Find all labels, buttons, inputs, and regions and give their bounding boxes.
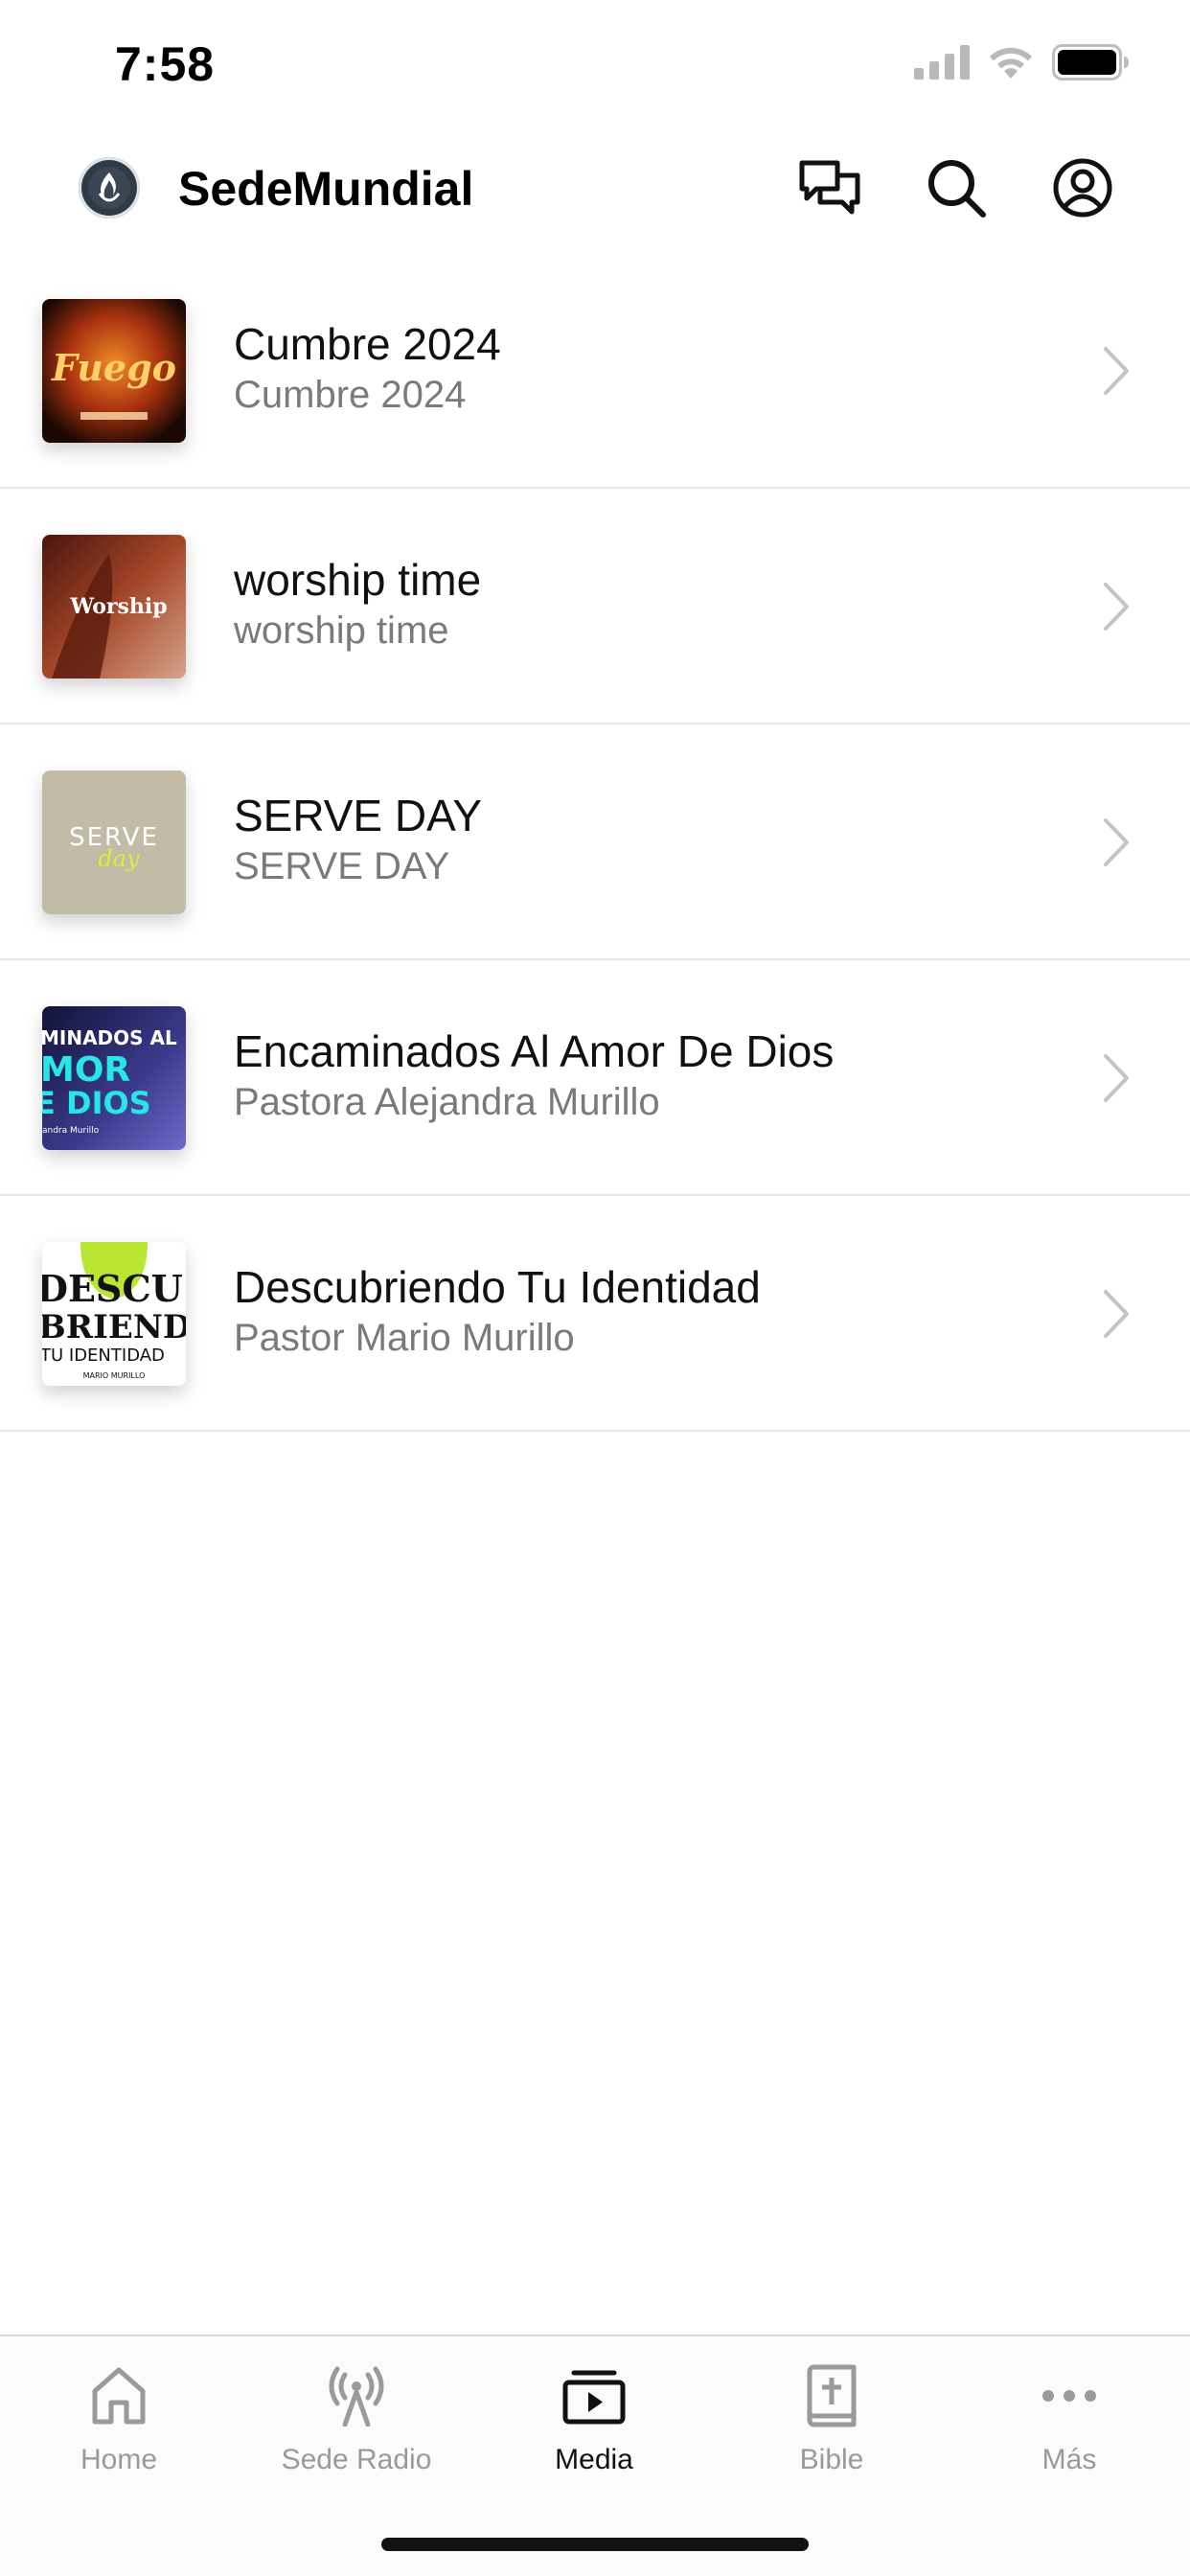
chevron-right-icon: [1104, 1054, 1129, 1102]
svg-text:MARIO MURILLO: MARIO MURILLO: [83, 1371, 146, 1380]
profile-button[interactable]: [1050, 155, 1115, 220]
wifi-icon: [990, 47, 1032, 79]
tab-media[interactable]: Media: [475, 2361, 713, 2505]
battery-icon: [1052, 44, 1129, 80]
tab-label: Sede Radio: [281, 2444, 432, 2475]
status-time: 7:58: [115, 37, 216, 91]
search-button[interactable]: [924, 155, 989, 220]
tab-bible[interactable]: Bible: [713, 2361, 950, 2505]
media-item-cumbre-2024[interactable]: Fuego Cumbre 2024 Cumbre 2024: [0, 253, 1190, 489]
app-header: SedeMundial: [0, 144, 1190, 236]
media-thumbnail: SERVE day: [42, 770, 186, 914]
tab-home[interactable]: Home: [0, 2361, 238, 2505]
svg-text:DESCU: DESCU: [42, 1267, 183, 1310]
media-item-title: Descubriendo Tu Identidad: [234, 1262, 761, 1312]
chevron-right-icon: [1104, 347, 1129, 395]
bible-icon: [797, 2361, 866, 2430]
media-item-subtitle: Pastor Mario Murillo: [234, 1317, 575, 1359]
media-item-subtitle: SERVE DAY: [234, 845, 450, 887]
svg-text:Worship: Worship: [69, 594, 167, 619]
media-item-encaminados[interactable]: MINADOS AL MOR E DIOS andra Murillo Enca…: [0, 960, 1190, 1196]
media-item-serve-day[interactable]: SERVE day SERVE DAY SERVE DAY: [0, 724, 1190, 960]
tab-label: Bible: [799, 2444, 864, 2475]
svg-text:andra Murillo: andra Murillo: [42, 1126, 100, 1136]
home-icon: [84, 2361, 153, 2430]
media-item-worship-time[interactable]: Worship worship time worship time: [0, 489, 1190, 724]
home-indicator[interactable]: [381, 2538, 809, 2551]
media-item-title: Encaminados Al Amor De Dios: [234, 1026, 835, 1076]
media-thumbnail: Worship: [42, 535, 186, 678]
cellular-signal-icon: [914, 45, 970, 80]
svg-text:E DIOS: E DIOS: [42, 1085, 151, 1121]
media-item-title: SERVE DAY: [234, 791, 483, 840]
chevron-right-icon: [1104, 583, 1129, 631]
media-item-subtitle: Cumbre 2024: [234, 374, 467, 416]
svg-text:MINADOS AL: MINADOS AL: [42, 1026, 177, 1049]
media-item-title: worship time: [234, 555, 482, 605]
media-item-subtitle: Pastora Alejandra Murillo: [234, 1081, 660, 1123]
chevron-right-icon: [1104, 818, 1129, 866]
app-title: SedeMundial: [178, 162, 474, 216]
search-icon: [928, 160, 986, 218]
svg-text:day: day: [98, 845, 140, 872]
status-icons: [914, 44, 1129, 80]
tab-mas[interactable]: Más: [950, 2361, 1188, 2505]
tab-label: Media: [555, 2444, 633, 2475]
profile-icon: [1053, 158, 1112, 218]
svg-text:TU IDENTIDAD: TU IDENTIDAD: [42, 1346, 165, 1366]
header-actions: [797, 155, 1115, 220]
svg-text:MOR: MOR: [42, 1050, 130, 1090]
tab-label: Más: [1041, 2444, 1097, 2475]
chat-button[interactable]: [797, 155, 862, 220]
media-thumbnail: DESCU BRIENDO TU IDENTIDAD MARIO MURILLO: [42, 1242, 186, 1386]
chevron-right-icon: [1104, 1290, 1129, 1338]
media-item-subtitle: worship time: [234, 610, 449, 652]
sede-logo-icon: [79, 157, 140, 218]
more-dots-icon: [1035, 2361, 1104, 2430]
status-bar: 7:58: [0, 0, 1190, 125]
media-item-descubriendo[interactable]: DESCU BRIENDO TU IDENTIDAD MARIO MURILLO…: [0, 1196, 1190, 1432]
media-thumbnail: Fuego: [42, 299, 186, 443]
radio-tower-icon: [322, 2361, 391, 2430]
media-thumbnail: MINADOS AL MOR E DIOS andra Murillo: [42, 1006, 186, 1150]
media-item-title: Cumbre 2024: [234, 319, 501, 369]
tab-label: Home: [80, 2444, 158, 2475]
tab-sede-radio[interactable]: Sede Radio: [238, 2361, 475, 2505]
media-play-icon: [560, 2361, 629, 2430]
svg-text:BRIENDO: BRIENDO: [42, 1308, 186, 1346]
media-list: Fuego Cumbre 2024 Cumbre 2024 Worship wo…: [0, 253, 1190, 1432]
screen: 7:58 SedeMundial Fuego Cumbre 2024 Cumbr…: [0, 0, 1190, 2576]
chat-icon: [799, 160, 860, 215]
svg-text:Fuego: Fuego: [51, 346, 176, 389]
